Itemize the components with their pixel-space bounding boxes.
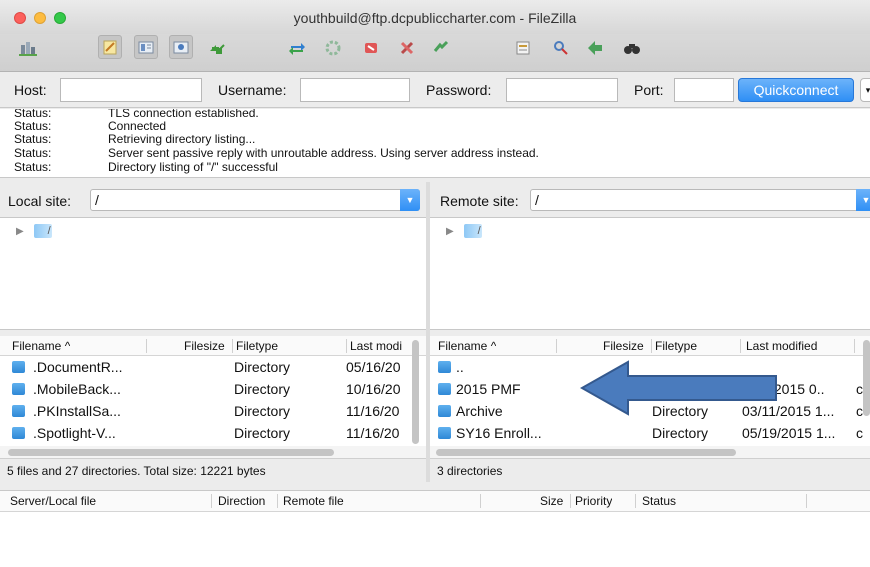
annotation-arrow	[580, 360, 777, 416]
transfer-queue-list[interactable]	[0, 512, 870, 567]
toolbar	[0, 34, 870, 72]
host-label: Host:	[14, 82, 47, 98]
table-row[interactable]: SY16 Enroll... Directory 05/19/2015 1...…	[430, 422, 863, 444]
compare-icon[interactable]	[550, 38, 572, 58]
folder-icon	[12, 427, 25, 439]
table-row[interactable]: .Spotlight-V... Directory 11/16/20	[0, 422, 410, 444]
column-size[interactable]: Size	[540, 494, 563, 508]
host-input[interactable]	[60, 78, 202, 102]
remote-directory-tree[interactable]: ▶ /	[430, 218, 870, 330]
toggle-log-icon[interactable]	[98, 35, 122, 59]
column-priority[interactable]: Priority	[575, 494, 612, 508]
transfer-queue-header: Server/Local file Direction Remote file …	[0, 490, 870, 512]
column-last-modified[interactable]: Last modified	[746, 339, 817, 353]
cancel-icon[interactable]	[360, 38, 382, 58]
search-icon[interactable]	[621, 38, 643, 58]
local-file-list[interactable]: Filename ^ Filesize Filetype Last modi .…	[0, 336, 426, 460]
chevron-down-icon[interactable]: ▼	[400, 189, 420, 211]
process-queue-icon[interactable]	[322, 38, 344, 58]
horizontal-scrollbar[interactable]	[430, 446, 870, 458]
folder-icon	[438, 405, 451, 417]
refresh-icon[interactable]	[286, 38, 308, 58]
pane-splitter[interactable]	[426, 182, 430, 482]
quickconnect-history-dropdown[interactable]: ▾	[860, 78, 870, 102]
local-site-path-combo[interactable]: / ▼	[90, 189, 420, 211]
folder-icon	[12, 405, 25, 417]
expand-arrow-icon[interactable]: ▶	[16, 226, 24, 237]
column-filename[interactable]: Filename ^	[12, 339, 70, 353]
remote-file-list-header: Filename ^ Filesize Filetype Last modifi…	[430, 336, 870, 356]
password-label: Password:	[426, 82, 492, 98]
remote-site-path-combo[interactable]: / ▼	[530, 189, 870, 211]
remote-status-line: 3 directories	[430, 458, 870, 482]
folder-icon[interactable]: /	[463, 224, 482, 238]
port-label: Port:	[634, 82, 664, 98]
column-remote-file[interactable]: Remote file	[283, 494, 344, 508]
horizontal-scrollbar[interactable]	[0, 446, 426, 458]
column-server-local-file[interactable]: Server/Local file	[10, 494, 96, 508]
local-directory-tree[interactable]: ▶ /	[0, 218, 426, 330]
column-status[interactable]: Status	[642, 494, 676, 508]
log-row: Status: Connected	[14, 119, 167, 133]
column-filetype[interactable]: Filetype	[655, 339, 697, 353]
expand-arrow-icon[interactable]: ▶	[446, 226, 454, 237]
log-row: Status: Directory listing of "/" successf…	[14, 160, 278, 174]
title-bar: youthbuild@ftp.dcpubliccharter.com - Fil…	[0, 0, 870, 34]
folder-icon	[12, 383, 25, 395]
quickconnect-button[interactable]: Quickconnect	[738, 78, 854, 102]
toggle-local-tree-icon[interactable]	[134, 35, 158, 59]
remote-site-label: Remote site:	[440, 193, 519, 209]
table-row[interactable]: .PKInstallSa... Directory 11/16/20	[0, 400, 410, 422]
folder-icon	[438, 427, 451, 439]
reconnect-icon[interactable]	[430, 38, 452, 58]
folder-icon	[12, 361, 25, 373]
sync-browse-icon[interactable]	[584, 38, 606, 58]
vertical-scrollbar[interactable]	[863, 340, 870, 416]
table-row[interactable]: .DocumentR... Directory 05/16/20	[0, 356, 410, 378]
window-title: youthbuild@ftp.dcpubliccharter.com - Fil…	[293, 10, 577, 26]
disconnect-icon[interactable]	[396, 38, 418, 58]
toggle-queue-icon[interactable]	[206, 38, 228, 58]
remote-site-bar: Remote site: / ▼	[430, 182, 870, 218]
column-direction[interactable]: Direction	[218, 494, 265, 508]
quickconnect-bar: Host: Username: Password: Port: Quickcon…	[0, 72, 870, 108]
vertical-scrollbar[interactable]	[412, 340, 419, 444]
message-log[interactable]: Status: TLS connection established. Statu…	[0, 109, 870, 178]
username-input[interactable]	[300, 78, 410, 102]
local-file-list-header: Filename ^ Filesize Filetype Last modi	[0, 336, 426, 356]
local-status-line: 5 files and 27 directories. Total size: …	[0, 458, 426, 482]
port-input[interactable]	[674, 78, 734, 102]
folder-icon[interactable]: /	[33, 224, 52, 238]
log-row: Status: Server sent passive reply with un…	[14, 146, 539, 160]
folder-icon	[438, 383, 451, 395]
column-filesize[interactable]: Filesize	[603, 339, 644, 353]
local-site-label: Local site:	[8, 193, 72, 209]
column-filesize[interactable]: Filesize	[184, 339, 225, 353]
log-row: Status: Retrieving directory listing...	[14, 132, 256, 146]
username-label: Username:	[218, 82, 287, 98]
chevron-down-icon[interactable]: ▼	[856, 189, 870, 211]
sort-ascending-icon: ^	[490, 339, 497, 353]
column-filetype[interactable]: Filetype	[236, 339, 278, 353]
site-manager-icon[interactable]	[17, 38, 39, 58]
column-filename[interactable]: Filename ^	[438, 339, 496, 353]
sort-ascending-icon: ^	[64, 339, 71, 353]
folder-icon	[438, 361, 451, 373]
filter-icon[interactable]	[512, 38, 534, 58]
password-input[interactable]	[506, 78, 618, 102]
local-site-bar: Local site: / ▼	[0, 182, 426, 218]
table-row[interactable]: .MobileBack... Directory 10/16/20	[0, 378, 410, 400]
column-last-modified[interactable]: Last modi	[350, 339, 404, 353]
toggle-remote-tree-icon[interactable]	[169, 35, 193, 59]
